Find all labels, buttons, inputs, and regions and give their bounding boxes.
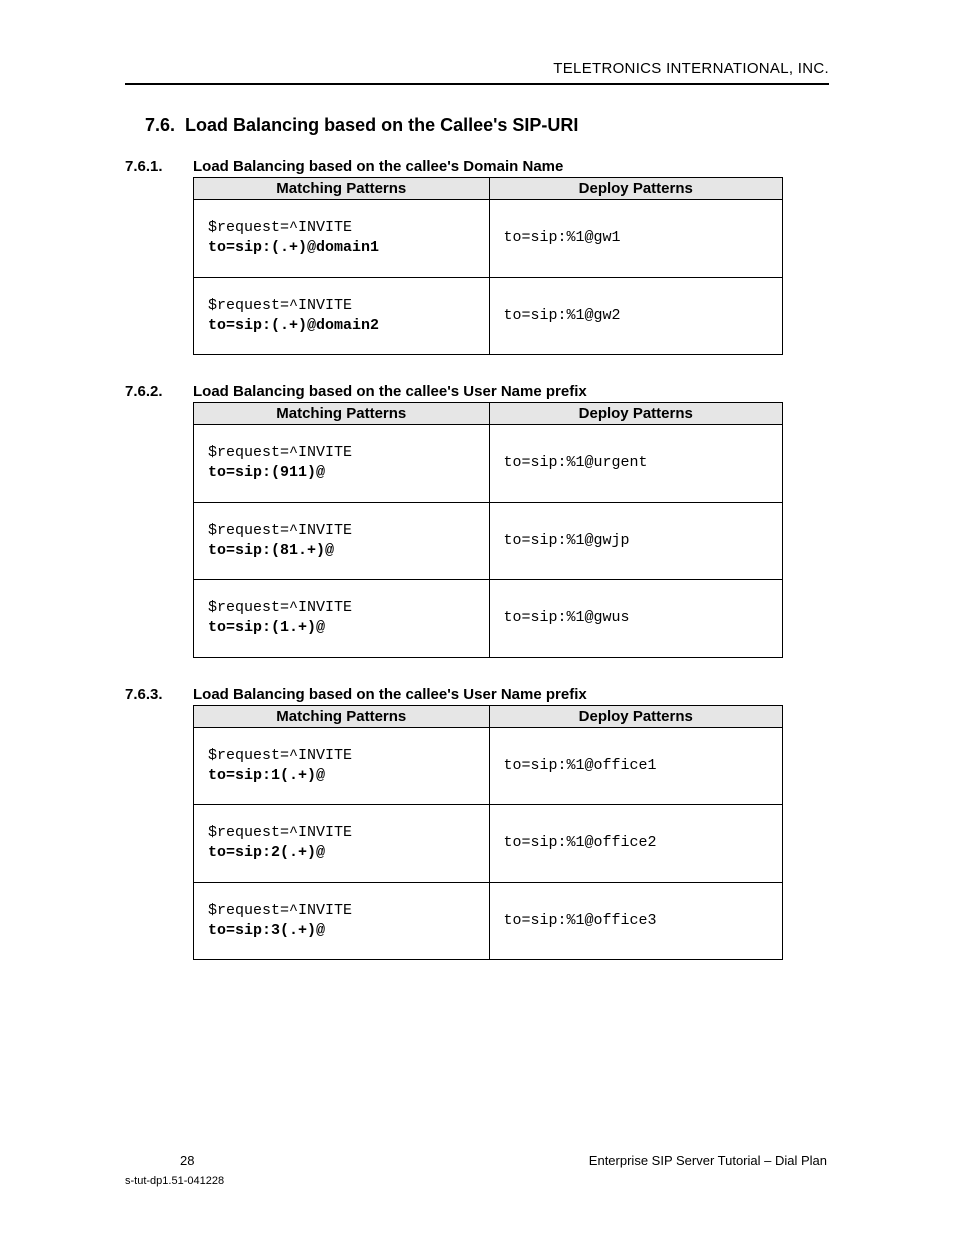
match-to-line: to=sip:(1.+)@ [208,618,479,638]
column-header-deploy: Deploy Patterns [489,403,783,425]
subsection-heading: 7.6.1.Load Balancing based on the callee… [125,158,829,175]
deploy-pattern-cell: to=sip:%1@gw1 [489,200,783,278]
section-title: Load Balancing based on the Callee's SIP… [185,115,578,135]
table-row: $request=^INVITEto=sip:(.+)@domain1to=si… [194,200,783,278]
match-to-line: to=sip:(81.+)@ [208,541,479,561]
deploy-pattern-cell: to=sip:%1@gw2 [489,277,783,355]
subsection-number: 7.6.1. [125,158,193,175]
match-to-line: to=sip:1(.+)@ [208,766,479,786]
column-header-deploy: Deploy Patterns [489,178,783,200]
match-request-line: $request=^INVITE [208,598,479,618]
subsection: 7.6.2.Load Balancing based on the callee… [125,383,829,658]
matching-pattern-cell: $request=^INVITEto=sip:(911)@ [194,425,490,503]
deploy-pattern-cell: to=sip:%1@office3 [489,882,783,960]
table-row: $request=^INVITEto=sip:3(.+)@to=sip:%1@o… [194,882,783,960]
page-header: TELETRONICS INTERNATIONAL, INC. [125,60,829,85]
matching-pattern-cell: $request=^INVITEto=sip:(.+)@domain1 [194,200,490,278]
subsection-number: 7.6.3. [125,686,193,703]
match-request-line: $request=^INVITE [208,746,479,766]
footer-doc-id: s-tut-dp1.51-041228 [125,1175,224,1187]
patterns-table: Matching PatternsDeploy Patterns$request… [193,705,783,961]
footer-doc-title: Enterprise SIP Server Tutorial – Dial Pl… [589,1153,827,1168]
column-header-matching: Matching Patterns [194,178,490,200]
match-to-line: to=sip:2(.+)@ [208,843,479,863]
matching-pattern-cell: $request=^INVITEto=sip:1(.+)@ [194,727,490,805]
section-heading: 7.6. Load Balancing based on the Callee'… [145,115,829,136]
column-header-matching: Matching Patterns [194,403,490,425]
subsection-heading: 7.6.2.Load Balancing based on the callee… [125,383,829,400]
match-request-line: $request=^INVITE [208,823,479,843]
column-header-deploy: Deploy Patterns [489,705,783,727]
match-to-line: to=sip:3(.+)@ [208,921,479,941]
patterns-table: Matching PatternsDeploy Patterns$request… [193,177,783,355]
patterns-table: Matching PatternsDeploy Patterns$request… [193,402,783,658]
section-number: 7.6. [145,115,175,135]
match-to-line: to=sip:(911)@ [208,463,479,483]
table-row: $request=^INVITEto=sip:(.+)@domain2to=si… [194,277,783,355]
table-row: $request=^INVITEto=sip:(81.+)@to=sip:%1@… [194,502,783,580]
subsection-number: 7.6.2. [125,383,193,400]
matching-pattern-cell: $request=^INVITEto=sip:(.+)@domain2 [194,277,490,355]
match-to-line: to=sip:(.+)@domain1 [208,238,479,258]
subsection: 7.6.3.Load Balancing based on the callee… [125,686,829,961]
table-row: $request=^INVITEto=sip:(1.+)@to=sip:%1@g… [194,580,783,658]
match-request-line: $request=^INVITE [208,901,479,921]
subsection-title: Load Balancing based on the callee's Dom… [193,158,563,175]
subsection-heading: 7.6.3.Load Balancing based on the callee… [125,686,829,703]
deploy-pattern-cell: to=sip:%1@office2 [489,805,783,883]
match-request-line: $request=^INVITE [208,218,479,238]
column-header-matching: Matching Patterns [194,705,490,727]
deploy-pattern-cell: to=sip:%1@urgent [489,425,783,503]
matching-pattern-cell: $request=^INVITEto=sip:(1.+)@ [194,580,490,658]
match-request-line: $request=^INVITE [208,296,479,316]
subsection-title: Load Balancing based on the callee's Use… [193,686,587,703]
table-row: $request=^INVITEto=sip:1(.+)@to=sip:%1@o… [194,727,783,805]
match-request-line: $request=^INVITE [208,521,479,541]
deploy-pattern-cell: to=sip:%1@gwus [489,580,783,658]
subsection-title: Load Balancing based on the callee's Use… [193,383,587,400]
deploy-pattern-cell: to=sip:%1@gwjp [489,502,783,580]
match-to-line: to=sip:(.+)@domain2 [208,316,479,336]
match-request-line: $request=^INVITE [208,443,479,463]
table-row: $request=^INVITEto=sip:2(.+)@to=sip:%1@o… [194,805,783,883]
subsection: 7.6.1.Load Balancing based on the callee… [125,158,829,355]
matching-pattern-cell: $request=^INVITEto=sip:(81.+)@ [194,502,490,580]
page-number: 28 [180,1153,194,1168]
matching-pattern-cell: $request=^INVITEto=sip:3(.+)@ [194,882,490,960]
deploy-pattern-cell: to=sip:%1@office1 [489,727,783,805]
matching-pattern-cell: $request=^INVITEto=sip:2(.+)@ [194,805,490,883]
table-row: $request=^INVITEto=sip:(911)@to=sip:%1@u… [194,425,783,503]
